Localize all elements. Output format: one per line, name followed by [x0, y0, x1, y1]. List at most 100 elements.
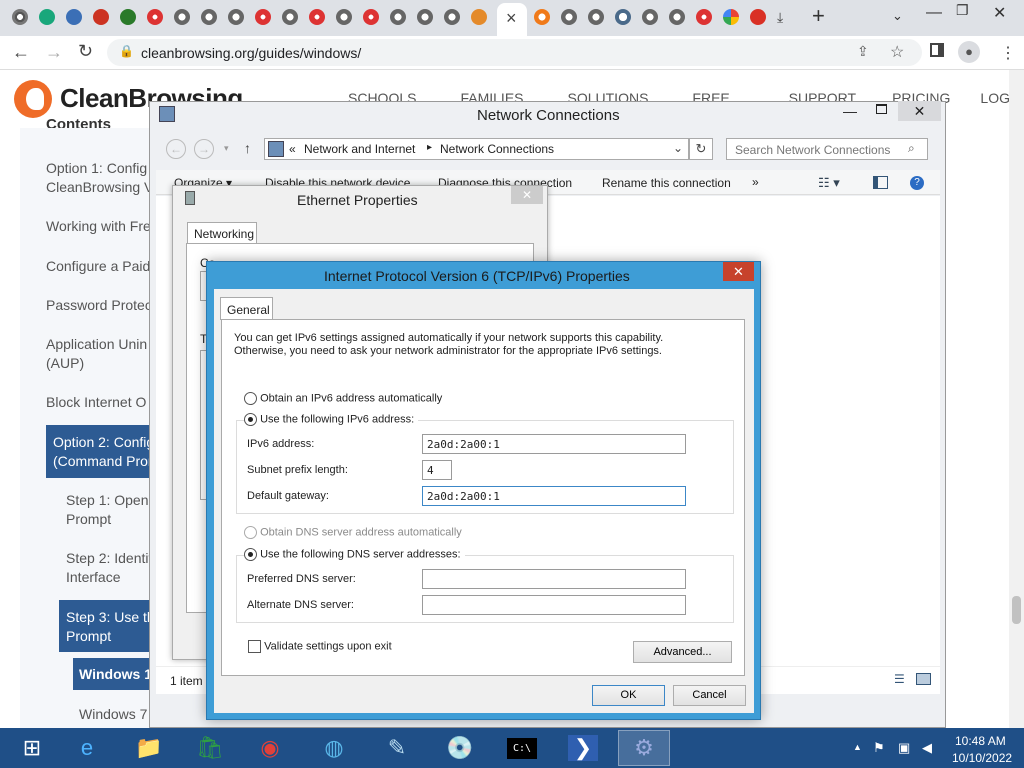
help-icon[interactable]: ?	[910, 176, 924, 190]
netconn-search-box[interactable]: Search Network Connections ⌕	[726, 138, 928, 160]
sidebar-item-option1[interactable]: Option 1: Config CleanBrowsing V	[46, 159, 156, 197]
validate-settings-checkbox-box[interactable]	[248, 640, 261, 653]
radio-obtain-ipv6-auto-indicator[interactable]	[244, 392, 257, 405]
crumb-network-connections[interactable]: Network Connections	[440, 142, 554, 156]
notepad-icon[interactable]: ✎	[371, 730, 423, 766]
gray-globe-icon[interactable]	[228, 9, 244, 25]
download-icon[interactable]: ⤓	[777, 9, 793, 25]
red-dots-icon[interactable]	[309, 9, 325, 25]
close-window-icon[interactable]: ✕	[993, 3, 1006, 23]
pacman-icon[interactable]	[93, 9, 109, 25]
chrome-icon[interactable]: ◉	[244, 730, 296, 766]
preferred-dns-field[interactable]	[422, 569, 686, 589]
clock-time[interactable]: 10:48 AM	[955, 734, 1006, 748]
gray-globe-icon[interactable]	[282, 9, 298, 25]
logo-mark-icon[interactable]	[14, 80, 52, 118]
gray-globe-icon[interactable]	[336, 9, 352, 25]
gray-globe-icon[interactable]	[561, 9, 577, 25]
radio-use-following-dns[interactable]: Use the following DNS server addresses:	[244, 548, 465, 561]
active-tab[interactable]: ×	[497, 3, 527, 36]
sidebar-item-configure-paid[interactable]: Configure a Paid	[46, 257, 156, 276]
google-icon[interactable]	[723, 9, 739, 25]
nav-back-icon[interactable]: ←	[166, 139, 186, 159]
ok-button[interactable]: OK	[592, 685, 665, 706]
orange-c-icon[interactable]	[534, 9, 550, 25]
gray-globe-icon[interactable]	[174, 9, 190, 25]
restore-icon[interactable]: ❐	[956, 2, 969, 19]
red-dots-icon[interactable]	[363, 9, 379, 25]
netconn-address-bar[interactable]: « Network and Internet ▸ Network Connect…	[264, 138, 689, 160]
details-view-icon[interactable]: ☰	[894, 672, 905, 686]
ipv6-address-field[interactable]: 2a0d:2a00:1	[422, 434, 686, 454]
ethernet-close-button[interactable]: ✕	[511, 186, 543, 204]
ethernet-tab-networking[interactable]: Networking	[187, 222, 257, 244]
fox-icon[interactable]	[471, 9, 487, 25]
cmd-more[interactable]: »	[752, 175, 759, 189]
profile-avatar-icon[interactable]: ●	[958, 41, 980, 63]
preview-pane-icon[interactable]	[873, 176, 888, 189]
tray-network-icon[interactable]: ▣	[898, 740, 910, 756]
advanced-button[interactable]: Advanced...	[633, 641, 732, 663]
netconn-minimize-icon[interactable]: —	[843, 103, 857, 119]
cmd-icon[interactable]: C:\	[496, 730, 548, 766]
validate-settings-checkbox[interactable]: Validate settings upon exit	[248, 640, 392, 653]
ipv6-tab-general[interactable]: General	[220, 297, 273, 320]
default-gateway-field[interactable]: 2a0d:2a00:1	[422, 486, 686, 506]
sidebar-item-block-internet[interactable]: Block Internet O	[46, 393, 156, 412]
tray-action-center-icon[interactable]: ⚑	[873, 740, 885, 756]
gmail-icon[interactable]	[750, 9, 766, 25]
red-dots-icon[interactable]	[147, 9, 163, 25]
cube-icon[interactable]	[120, 9, 136, 25]
ipv6-close-button[interactable]: ✕	[723, 262, 754, 281]
windows-start-icon[interactable]: ⊞	[6, 730, 58, 766]
feather-icon[interactable]	[39, 9, 55, 25]
tray-volume-icon[interactable]: ◀	[922, 740, 932, 756]
gray-globe-icon[interactable]	[444, 9, 460, 25]
forward-icon[interactable]: →	[45, 42, 63, 63]
sidebar-item-aup[interactable]: Application Unin (AUP)	[46, 335, 156, 373]
sidebar-item-windows10[interactable]: Windows 10	[73, 658, 156, 690]
subnet-prefix-field[interactable]: 4	[422, 460, 452, 480]
radio-use-following-ipv6[interactable]: Use the following IPv6 address:	[244, 413, 419, 426]
chrome-icon[interactable]	[12, 9, 28, 25]
gray-globe-icon[interactable]	[588, 9, 604, 25]
gray-globe-icon[interactable]	[669, 9, 685, 25]
kebab-menu-icon[interactable]: ⋮	[1000, 43, 1016, 63]
minimize-icon[interactable]: —	[926, 4, 942, 22]
file-explorer-icon[interactable]: 📁	[123, 730, 175, 766]
nav-up-icon[interactable]: ↑	[244, 140, 251, 156]
red-dots-icon[interactable]	[255, 9, 271, 25]
cancel-button[interactable]: Cancel	[673, 685, 746, 706]
gray-globe-icon[interactable]	[642, 9, 658, 25]
address-dropdown-icon[interactable]: ⌄	[673, 141, 683, 155]
red-dots-icon[interactable]	[696, 9, 712, 25]
control-panel-icon[interactable]: ⚙	[618, 730, 670, 766]
sidebar-item-step3[interactable]: Step 3: Use th Prompt	[59, 600, 156, 652]
netconn-close-button[interactable]: ✕	[898, 101, 941, 121]
radio-obtain-dns-auto[interactable]: Obtain DNS server address automatically	[244, 526, 462, 539]
sidebar-item-option2[interactable]: Option 2: Config (Command Pron	[46, 425, 156, 478]
netconn-refresh-button[interactable]: ↻	[689, 138, 713, 160]
cmd-rename[interactable]: Rename this connection	[602, 176, 731, 190]
radio-use-following-ipv6-indicator[interactable]	[244, 413, 257, 426]
radio-use-following-dns-indicator[interactable]	[244, 548, 257, 561]
tab-close-icon[interactable]: ×	[506, 8, 517, 29]
gray-globe-icon[interactable]	[201, 9, 217, 25]
store-icon[interactable]: 🛍	[184, 730, 236, 766]
view-options-icon[interactable]: ☷ ▾	[818, 175, 840, 191]
omnibox[interactable]: 🔒 cleanbrowsing.org/guides/windows/ ⇪ ☆	[107, 39, 922, 66]
bookmark-star-icon[interactable]: ☆	[890, 42, 904, 62]
share-icon[interactable]: ⇪	[857, 43, 869, 60]
crumb-network-internet[interactable]: Network and Internet	[304, 142, 415, 156]
network-globe-icon[interactable]: ◍	[308, 730, 360, 766]
sidebar-item-password[interactable]: Password Protec	[46, 296, 156, 315]
gray-globe-icon[interactable]	[390, 9, 406, 25]
disk-management-icon[interactable]: 💿	[434, 730, 486, 766]
clock-date[interactable]: 10/10/2022	[952, 751, 1012, 765]
nav-recent-icon[interactable]: ▾	[224, 143, 229, 154]
back-icon[interactable]: ←	[12, 42, 30, 63]
radio-obtain-dns-auto-indicator[interactable]	[244, 526, 257, 539]
page-scrollbar-thumb[interactable]	[1012, 596, 1021, 624]
page-scrollbar[interactable]	[1009, 70, 1024, 728]
wordpress-icon[interactable]	[615, 9, 631, 25]
